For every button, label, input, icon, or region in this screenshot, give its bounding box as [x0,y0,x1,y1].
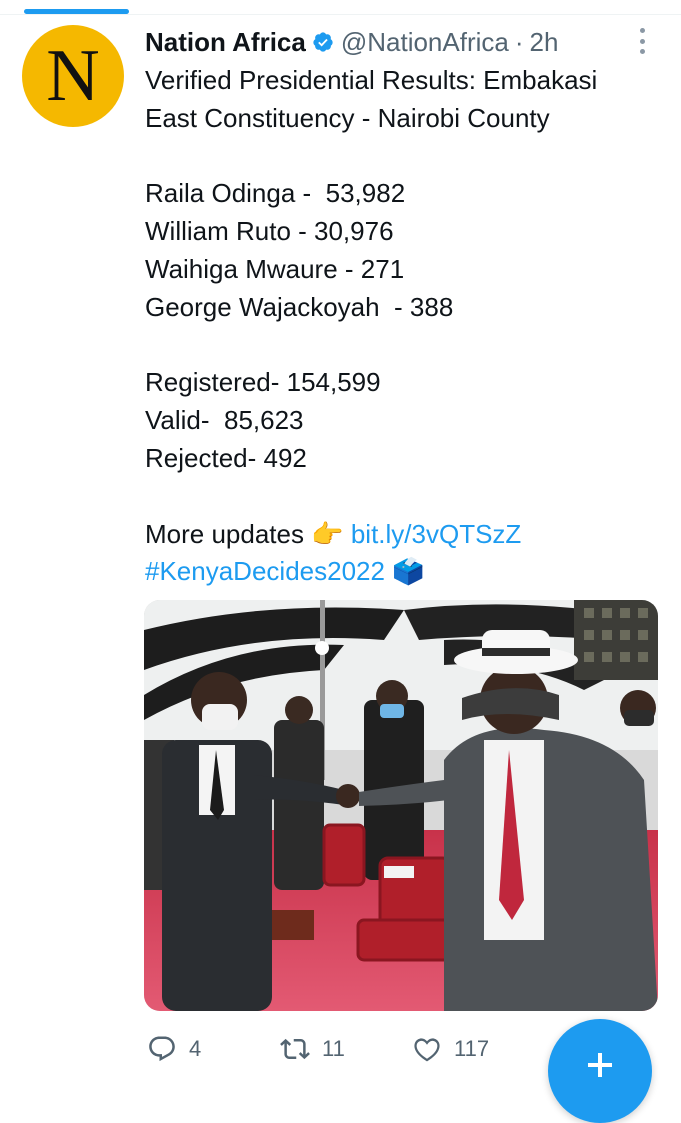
like-count: 117 [454,1036,490,1061]
avatar[interactable]: N [22,25,124,127]
more-icon[interactable] [632,28,652,54]
retweet-icon [280,1038,310,1060]
more-updates-line: More updates 👉 bit.ly/3vQTSzZ [145,516,665,554]
reply-count: 4 [189,1036,202,1061]
tweet-time[interactable]: 2h [530,27,559,58]
text-line: Waihiga Mwaure - 271 [145,253,405,284]
separator-dot: · [514,26,524,57]
text-line: Registered- 154,599 [145,367,381,398]
ballot-emoji: 🗳️ [392,556,425,587]
reply-icon [149,1036,175,1062]
hashtag-line: #KenyaDecides2022 🗳️ [145,553,665,591]
verified-badge-icon [313,32,333,52]
author-handle[interactable]: @NationAfrica [341,27,509,58]
short-link[interactable]: bit.ly/3vQTSzZ [351,519,521,549]
compose-plus-icon [588,1053,612,1077]
text-line: Valid- 85,623 [145,405,304,436]
photo-illustration [144,600,658,1011]
like-button[interactable]: 117 [412,1034,489,1064]
tweet-photo[interactable] [144,600,658,1011]
retweet-count: 11 [322,1036,345,1061]
like-icon [414,1038,440,1062]
author-name[interactable]: Nation Africa [145,27,306,58]
pointing-emoji: 👉 [311,518,344,549]
text-line: George Wajackoyah - 388 [145,291,454,322]
tweet-header: Nation Africa @NationAfrica · 2h [145,26,558,58]
more-updates-label: More updates [145,518,304,549]
top-divider [0,14,681,15]
avatar-letter: N [46,35,100,117]
retweet-button[interactable]: 11 [280,1034,345,1064]
compose-button[interactable] [548,1019,652,1123]
text-line: Rejected- 492 [145,442,307,473]
hashtag-link[interactable]: #KenyaDecides2022 [145,556,385,586]
text-line: William Ruto - 30,976 [145,216,394,247]
text-line: East Constituency - Nairobi County [145,102,550,133]
reply-button[interactable]: 4 [147,1034,201,1064]
tweet-text: Verified Presidential Results: Embakasi … [145,62,665,591]
text-line: Raila Odinga - 53,982 [145,178,406,209]
text-line: Verified Presidential Results: Embakasi [145,65,598,95]
